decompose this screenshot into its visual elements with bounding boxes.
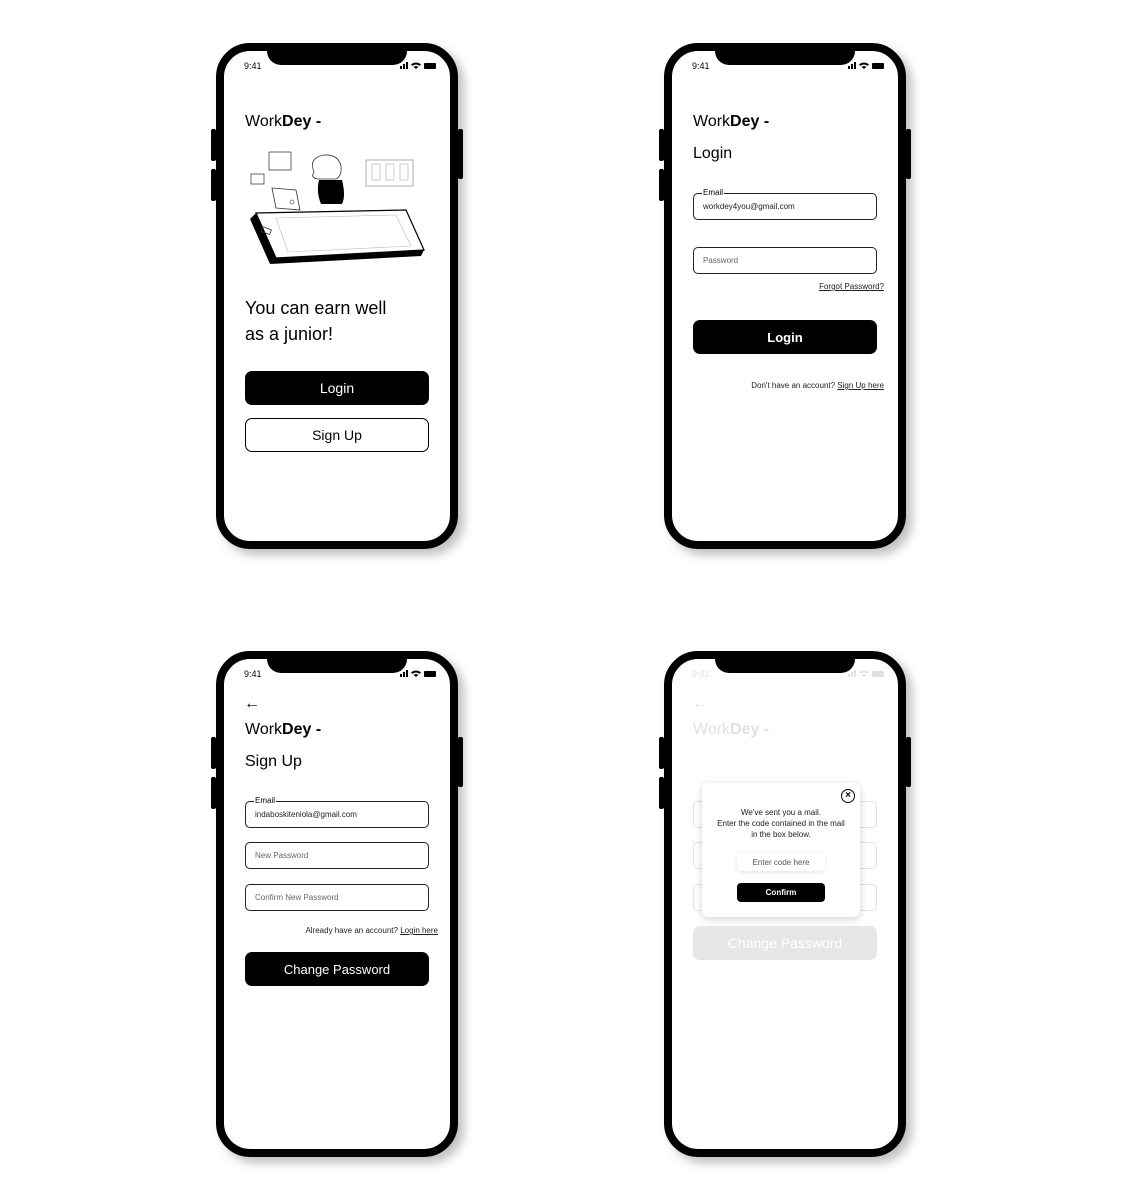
password-placeholder: Password bbox=[703, 256, 739, 265]
login-button[interactable]: Login bbox=[693, 320, 877, 354]
status-time: 9:41 bbox=[692, 669, 710, 679]
page-title: Login bbox=[693, 145, 733, 162]
confirm-button[interactable]: Confirm bbox=[737, 883, 825, 902]
email-value: indaboskiteniola@gmail.com bbox=[255, 810, 357, 819]
brand-logo: WorkDey - bbox=[693, 113, 770, 130]
signal-icon bbox=[400, 62, 408, 69]
volume-up-button bbox=[659, 737, 664, 769]
arrow-left-icon: ← bbox=[692, 695, 708, 712]
phone-notch bbox=[715, 657, 855, 673]
new-password-field[interactable]: New Password bbox=[245, 842, 429, 869]
email-field[interactable]: Email workdey4you@gmail.com bbox=[693, 188, 877, 220]
signup-link[interactable]: Sign Up here bbox=[837, 381, 884, 390]
signal-icon bbox=[848, 62, 856, 69]
signal-icon bbox=[400, 670, 408, 677]
wifi-icon bbox=[411, 62, 421, 69]
email-field[interactable]: Email indaboskiteniola@gmail.com bbox=[245, 796, 429, 828]
volume-down-button bbox=[211, 169, 216, 201]
status-time: 9:41 bbox=[692, 61, 710, 71]
power-button bbox=[906, 737, 911, 787]
phone-login: 9:41 WorkDey - Login Email workdey4you@g… bbox=[659, 43, 911, 549]
email-value: workdey4you@gmail.com bbox=[703, 202, 795, 211]
new-password-placeholder: New Password bbox=[255, 851, 309, 860]
status-time: 9:41 bbox=[244, 61, 262, 71]
phone-welcome: 9:41 WorkDey - You can earn well as a ju… bbox=[211, 43, 463, 549]
signal-icon bbox=[848, 670, 856, 677]
wifi-icon bbox=[859, 62, 869, 69]
battery-icon bbox=[424, 62, 436, 69]
email-legend: Email bbox=[702, 188, 725, 197]
email-legend: Email bbox=[254, 796, 277, 805]
battery-icon bbox=[424, 670, 436, 677]
change-password-button-disabled: Change Password bbox=[693, 926, 877, 960]
volume-down-button bbox=[211, 777, 216, 809]
page-title: Sign Up bbox=[245, 753, 302, 770]
confirm-password-placeholder: Confirm New Password bbox=[255, 893, 339, 902]
battery-icon bbox=[872, 62, 884, 69]
wifi-icon bbox=[859, 670, 869, 677]
forgot-password-link[interactable]: Forgot Password? bbox=[819, 282, 884, 291]
brand-logo: WorkDey - bbox=[245, 721, 322, 738]
volume-down-button bbox=[659, 169, 664, 201]
change-password-button[interactable]: Change Password bbox=[245, 952, 429, 986]
phone-notch bbox=[267, 657, 407, 673]
confirm-password-field[interactable]: Confirm New Password bbox=[245, 884, 429, 911]
volume-down-button bbox=[659, 777, 664, 809]
arrow-left-icon[interactable]: ← bbox=[244, 696, 260, 712]
signup-button[interactable]: Sign Up bbox=[245, 418, 429, 452]
volume-up-button bbox=[211, 737, 216, 769]
code-input[interactable]: Enter code here bbox=[737, 853, 825, 871]
power-button bbox=[458, 737, 463, 787]
power-button bbox=[458, 129, 463, 179]
battery-icon bbox=[872, 670, 884, 677]
modal-message: We've sent you a mail. Enter the code co… bbox=[717, 808, 845, 839]
signup-prompt: Don't have an account? Sign Up here bbox=[751, 381, 884, 390]
status-time: 9:41 bbox=[244, 669, 262, 679]
volume-up-button bbox=[211, 129, 216, 161]
close-circle-icon[interactable]: × bbox=[841, 789, 855, 803]
login-link[interactable]: Login here bbox=[400, 926, 438, 935]
woman-at-laptop-illustration bbox=[250, 151, 425, 264]
password-field[interactable]: Password bbox=[693, 247, 877, 274]
phone-signup: 9:41 ← WorkDey - Sign Up Email indaboski… bbox=[211, 651, 463, 1157]
login-button[interactable]: Login bbox=[245, 371, 429, 405]
wifi-icon bbox=[411, 670, 421, 677]
phone-notch bbox=[267, 49, 407, 65]
verification-modal: × We've sent you a mail. Enter the code … bbox=[702, 783, 860, 917]
forgot-password-row: Forgot Password? bbox=[819, 282, 884, 291]
phone-verify: 9:41 ← WorkDey - Change Password × We've… bbox=[659, 651, 911, 1157]
power-button bbox=[906, 129, 911, 179]
login-prompt: Already have an account? Login here bbox=[305, 926, 438, 935]
brand-logo: WorkDey - bbox=[693, 721, 770, 738]
brand-logo: WorkDey - bbox=[245, 113, 322, 130]
welcome-headline: You can earn well as a junior! bbox=[245, 298, 387, 344]
phone-notch bbox=[715, 49, 855, 65]
volume-up-button bbox=[659, 129, 664, 161]
